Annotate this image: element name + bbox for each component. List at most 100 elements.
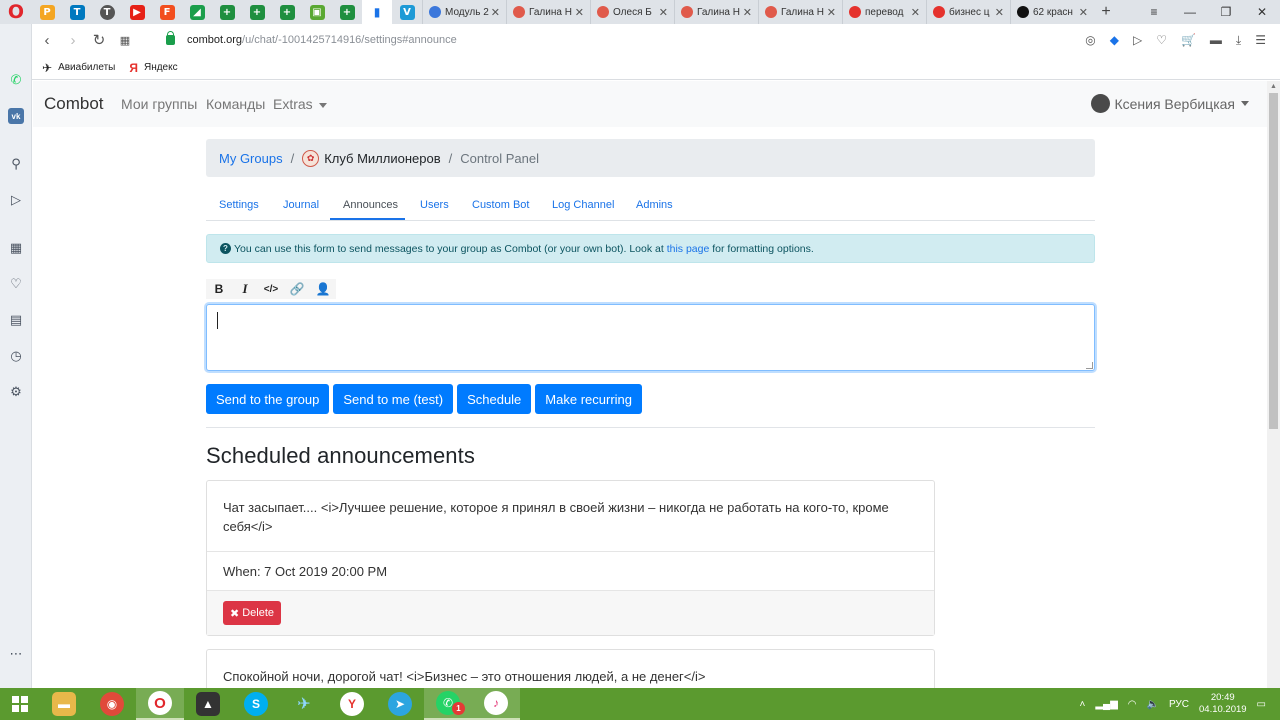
restore-button[interactable]: ❐	[1208, 0, 1244, 24]
send-to-me-button[interactable]: Send to me (test)	[333, 384, 454, 414]
tab-log-channel[interactable]: Log Channel	[552, 199, 614, 211]
formatting-link[interactable]: this page	[667, 243, 710, 255]
nav-commands[interactable]: Команды	[206, 96, 265, 112]
lang-indicator[interactable]: РУС	[1169, 699, 1189, 710]
back-button[interactable]: ‹	[34, 32, 60, 49]
minimize-button[interactable]: —	[1172, 0, 1208, 24]
delete-button[interactable]: ✖ Delete	[223, 601, 282, 625]
history-icon[interactable]: ◷	[8, 348, 24, 364]
pinned-tab[interactable]: V	[392, 0, 422, 24]
tab-admins[interactable]: Admins	[636, 199, 673, 211]
pinned-tab[interactable]: +	[272, 0, 302, 24]
pinned-tab[interactable]: ▣	[302, 0, 332, 24]
taskbar-explorer[interactable]: ▬	[40, 688, 88, 720]
extension-icon[interactable]: ▬	[1210, 33, 1222, 47]
pinned-tab[interactable]: P	[32, 0, 62, 24]
pinned-tab[interactable]: ▶	[122, 0, 152, 24]
pinned-tab[interactable]: ◢	[182, 0, 212, 24]
close-tab-icon[interactable]: ✕	[491, 6, 500, 19]
notifications-icon[interactable]: ▭	[1257, 699, 1266, 710]
taskbar-opera[interactable]: O	[136, 688, 184, 720]
bookmark-aviabilety[interactable]: ✈ Авиабилеты	[42, 61, 115, 75]
bookmark-heart-icon[interactable]: ♡	[1156, 33, 1167, 47]
close-tab-icon[interactable]: ✕	[659, 6, 668, 19]
clock[interactable]: 20:49 04.10.2019	[1199, 692, 1247, 716]
close-window-button[interactable]: ✕	[1244, 0, 1280, 24]
pinned-tab[interactable]: F	[152, 0, 182, 24]
tab-custom-bot[interactable]: Custom Bot	[472, 199, 529, 211]
breadcrumb-group[interactable]: Клуб Миллионеров	[324, 151, 440, 166]
schedule-button[interactable]: Schedule	[457, 384, 532, 414]
tab-menu-icon[interactable]: ≡	[1136, 0, 1172, 24]
page-scrollbar[interactable]: ▲	[1267, 81, 1280, 688]
vk-icon[interactable]: vk	[8, 108, 24, 124]
new-tab-button[interactable]: +	[1094, 3, 1118, 21]
news-icon[interactable]: ▤	[8, 312, 24, 328]
tab-announces[interactable]: Announces	[343, 199, 398, 211]
start-button[interactable]	[0, 688, 40, 720]
pinned-tab-active[interactable]: ▮	[362, 0, 392, 24]
breadcrumb-my-groups[interactable]: My Groups	[219, 151, 283, 166]
italic-button[interactable]: I	[232, 279, 258, 299]
pinned-tab[interactable]: +	[332, 0, 362, 24]
link-button[interactable]: 🔗	[284, 279, 310, 299]
reload-button[interactable]: ↻	[86, 31, 112, 49]
mention-button[interactable]: 👤	[310, 279, 336, 299]
menu-icon[interactable]: ☰	[1255, 33, 1266, 47]
pinned-tab[interactable]: +	[242, 0, 272, 24]
announce-textarea[interactable]	[206, 304, 1095, 371]
taskbar-yandex[interactable]: Y	[328, 688, 376, 720]
heart-icon[interactable]: ♡	[8, 276, 24, 292]
nav-my-groups[interactable]: Мои группы	[121, 96, 197, 112]
bold-button[interactable]: B	[206, 279, 232, 299]
send-to-group-button[interactable]: Send to the group	[206, 384, 330, 414]
tab-settings[interactable]: Settings	[219, 199, 259, 211]
pinned-tab[interactable]: T	[92, 0, 122, 24]
browser-tab[interactable]: перевод ✕	[842, 0, 926, 24]
wifi-icon[interactable]: ◠	[1128, 699, 1137, 710]
more-icon[interactable]: ⋯	[8, 646, 24, 662]
search-icon[interactable]: ⚲	[8, 156, 24, 172]
taskbar-chrome[interactable]: ◉	[88, 688, 136, 720]
make-recurring-button[interactable]: Make recurring	[535, 384, 642, 414]
settings-gear-icon[interactable]: ⚙	[8, 384, 24, 400]
close-tab-icon[interactable]: ✕	[1079, 6, 1088, 19]
tabs-grid-button[interactable]: ▦	[112, 34, 138, 47]
download-icon[interactable]: ⤓	[1236, 33, 1241, 48]
volume-icon[interactable]: 🔈	[1147, 699, 1159, 710]
browser-tab[interactable]: Модуль 2 ✕	[422, 0, 506, 24]
tab-journal[interactable]: Journal	[283, 199, 319, 211]
close-tab-icon[interactable]: ✕	[827, 6, 836, 19]
tab-users[interactable]: Users	[420, 199, 449, 211]
user-menu[interactable]: Ксения Вербицкая	[1091, 94, 1249, 113]
scroll-up-icon[interactable]: ▲	[1270, 83, 1277, 90]
pinned-tab[interactable]: T	[62, 0, 92, 24]
close-tab-icon[interactable]: ✕	[911, 6, 920, 19]
bookmark-yandex[interactable]: Я Яндекс	[129, 61, 177, 75]
taskbar-itunes[interactable]: ♪	[472, 688, 520, 720]
camera-icon[interactable]: ◎	[1085, 33, 1095, 47]
cart-icon[interactable]: 🛒	[1181, 33, 1196, 47]
flow-icon[interactable]: ▷	[1133, 33, 1142, 47]
taskbar-telegram[interactable]: ➤	[376, 688, 424, 720]
browser-tab[interactable]: Олеся Б ✕	[590, 0, 674, 24]
network-icon[interactable]: ▂▄▆	[1095, 699, 1117, 710]
brand-link[interactable]: Combot	[44, 94, 104, 114]
speed-dial-icon[interactable]: ▦	[8, 240, 24, 256]
close-tab-icon[interactable]: ✕	[743, 6, 752, 19]
close-tab-icon[interactable]: ✕	[575, 6, 584, 19]
browser-tab[interactable]: Галина Н ✕	[758, 0, 842, 24]
forward-button[interactable]: ›	[60, 32, 86, 49]
browser-tab[interactable]: 62 красн ✕	[1010, 0, 1094, 24]
url-field[interactable]: combot.org/u/chat/-1001425714916/setting…	[166, 31, 457, 46]
pinned-tab[interactable]: +	[212, 0, 242, 24]
taskbar-game[interactable]: ▲	[184, 688, 232, 720]
close-tab-icon[interactable]: ✕	[995, 6, 1004, 19]
scrollbar-thumb[interactable]	[1269, 93, 1278, 429]
taskbar-whatsapp[interactable]: ✆ 1	[424, 688, 472, 720]
browser-tab[interactable]: бизнес ц ✕	[926, 0, 1010, 24]
send-icon[interactable]: ▷	[8, 192, 24, 208]
whatsapp-icon[interactable]: ✆	[8, 72, 24, 88]
taskbar-skype[interactable]: S	[232, 688, 280, 720]
resize-handle[interactable]	[1086, 362, 1093, 369]
